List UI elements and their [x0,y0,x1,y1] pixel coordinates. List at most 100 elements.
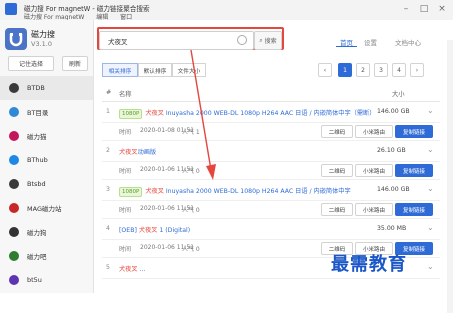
sidebar-source-item[interactable]: BT目录 [0,100,93,124]
chevron-down-icon[interactable]: ⌄ [427,262,434,271]
scrollbar[interactable] [447,40,453,313]
source-icon [9,131,19,141]
row-title[interactable]: 犬夜叉动画版 [119,147,156,156]
tab-docs[interactable]: 文档中心 [395,37,421,47]
keyword-highlight: 犬夜叉 [119,266,138,273]
annotation-arrow [190,49,216,180]
chevron-down-icon[interactable]: ⌄ [427,223,434,232]
source-icon [9,275,19,285]
table-row[interactable]: 1 1080P 犬夜叉 Inuyasha 2000 WEB-DL 1080p H26… [102,102,440,123]
keyword-highlight: 犬夜叉 [138,227,158,234]
tab-home[interactable]: 首页 [336,37,357,47]
sidebar-source-item[interactable]: bt5u [0,268,93,292]
search-input[interactable]: 犬夜叉 [99,31,254,50]
keyword-highlight: 犬夜叉 [145,110,164,117]
table-row[interactable]: 2 犬夜叉动画版 26.10 GB ⌄ [102,141,440,162]
row-size: 146.00 GB [377,186,410,193]
source-list: BTDB BT目录磁力猫 BThub Btsbd MAG磁力站 磁力狗磁力吧 bt5u [0,76,93,292]
brand: 磁力搜 V3.1.0 [5,28,90,50]
sidebar-source-item[interactable]: 磁力狗 [0,220,93,244]
copy-link-button[interactable]: 复制链接 [395,125,433,138]
search-button-label: 搜索 [264,38,277,45]
table-row[interactable]: 4 [OEB] 犬夜叉 1 (Digital) 35.00 MB ⌄ [102,219,440,240]
time-label: 时间 [119,129,132,136]
sidebar-source-item[interactable]: MAG磁力站 [0,196,93,220]
mi-router-button[interactable]: 小米路由 [355,203,393,216]
sidebar-buttons: 记住选择 刷新 [8,56,88,71]
source-label: 磁力狗 [27,229,47,237]
page-4-button[interactable]: 4 [392,63,406,77]
source-label: BT目录 [27,109,49,117]
maximize-icon[interactable]: □ [416,2,432,16]
table-header: # 名称 大小 [102,83,440,102]
row-index: 5 [106,264,110,271]
source-label: bt5u [27,276,42,284]
app-icon [5,3,17,15]
row-meta: 时间 2020-01-06 11:51 人气 0 二维码 小米路由 复制链接 [102,162,440,180]
qr-code-button[interactable]: 二维码 [321,164,353,177]
keyword-highlight: 犬夜叉 [145,188,164,195]
row-index: 4 [106,225,110,232]
row-size: 26.10 GB [377,147,406,154]
sidebar-source-item[interactable]: 磁力猫 [0,124,93,148]
row-title[interactable]: 1080P 犬夜叉 Inuyasha 2000 WEB-DL 1080p H264… [119,186,351,197]
source-label: 磁力猫 [27,133,47,141]
copy-link-button[interactable]: 复制链接 [395,164,433,177]
chevron-down-icon[interactable]: ⌄ [427,106,434,115]
page-3-button[interactable]: 3 [374,63,388,77]
source-icon [9,155,19,165]
header-size: 大小 [392,91,405,98]
row-meta: 时间 2020-01-06 11:51 人气 0 二维码 小米路由 复制链接 [102,201,440,219]
source-label: MAG磁力站 [27,205,62,213]
row-title[interactable]: [OEB] 犬夜叉 1 (Digital) [119,225,190,234]
table-row[interactable]: 3 1080P 犬夜叉 Inuyasha 2000 WEB-DL 1080p H26… [102,180,440,201]
tab-settings[interactable]: 设置 [364,37,377,47]
keyword-highlight: 犬夜叉 [119,149,138,156]
chevron-down-icon[interactable]: ⌄ [427,145,434,154]
sidebar-source-item[interactable]: BTDB [0,76,93,100]
sidebar: 磁力搜 V3.1.0 记住选择 刷新 BTDB BT目录磁力猫 BThub Btsbd… [0,20,94,293]
prev-page-icon[interactable]: ‹ [318,63,332,77]
page-1-button[interactable]: 1 [338,63,352,77]
refresh-button[interactable]: 刷新 [62,56,88,71]
sidebar-source-item[interactable]: 磁力吧 [0,244,93,268]
row-index: 3 [106,186,110,193]
row-popularity: 人气 0 [182,207,200,214]
minimize-icon[interactable]: – [398,2,414,16]
quality-tag: 1080P [119,109,143,119]
row-title[interactable]: 1080P 犬夜叉 Inuyasha 2000 WEB-DL 1080p H264… [119,108,375,119]
search-button[interactable]: ⌕ 搜索 [254,31,282,50]
time-label: 时间 [119,207,132,214]
app-version: V3.1.0 [31,40,52,48]
chevron-down-icon[interactable]: ⌄ [427,184,434,193]
remember-selection-button[interactable]: 记住选择 [8,56,54,71]
qr-code-button[interactable]: 二维码 [321,125,353,138]
source-icon [9,227,19,237]
row-index: 2 [106,147,110,154]
source-icon [9,83,19,93]
qr-code-button[interactable]: 二维码 [321,203,353,216]
time-label: 时间 [119,168,132,175]
sidebar-source-item[interactable]: BThub [0,148,93,172]
source-icon [9,179,19,189]
time-label: 时间 [119,246,132,253]
source-icon [9,251,19,261]
source-label: BThub [27,156,48,164]
mi-router-button[interactable]: 小米路由 [355,125,393,138]
app-name: 磁力搜 [31,30,55,39]
sort-relevance-button[interactable]: 相关排序 [102,63,138,77]
page-2-button[interactable]: 2 [356,63,370,77]
sidebar-source-item[interactable]: Btsbd [0,172,93,196]
copy-link-button[interactable]: 复制链接 [395,203,433,216]
clear-icon[interactable] [237,35,247,45]
header-name: 名称 [119,91,132,98]
mi-router-button[interactable]: 小米路由 [355,164,393,177]
row-popularity: 人气 0 [182,246,200,253]
source-label: 磁力吧 [27,253,47,261]
row-index: 1 [106,108,110,115]
row-size: 146.00 GB [377,108,410,115]
sort-default-button[interactable]: 默认排序 [138,63,172,77]
row-title[interactable]: 犬夜叉 ... [119,264,145,273]
close-icon[interactable]: × [434,2,450,16]
next-page-icon[interactable]: › [410,63,424,77]
